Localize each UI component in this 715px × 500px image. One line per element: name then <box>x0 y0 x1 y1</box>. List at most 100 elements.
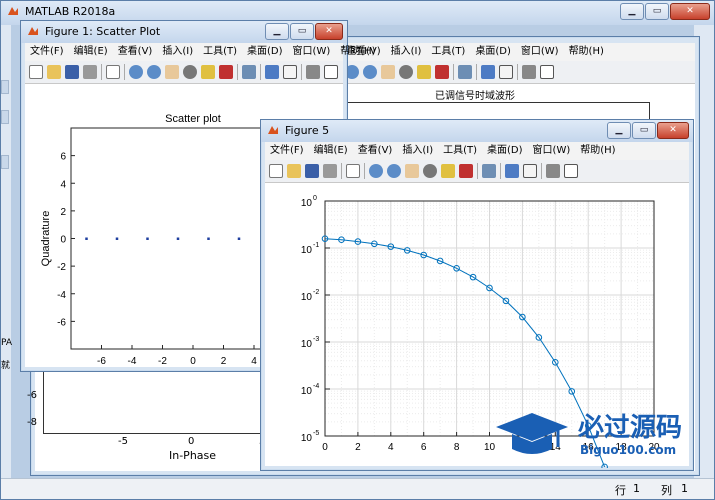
new-figure-icon[interactable] <box>29 65 43 79</box>
menu-item[interactable]: 桌面(D) <box>470 43 516 61</box>
sidebar-tab[interactable] <box>1 155 9 169</box>
x-tick-label: 6 <box>421 442 427 453</box>
colorbar-icon[interactable] <box>505 164 519 178</box>
rotate-icon[interactable] <box>423 164 437 178</box>
data-cursor-icon[interactable] <box>201 65 215 79</box>
toolbar-separator <box>453 64 454 80</box>
pan-icon[interactable] <box>165 65 179 79</box>
legend-icon[interactable] <box>283 65 297 79</box>
sidebar-tab[interactable] <box>1 80 9 94</box>
menu-item[interactable]: 窗口(W) <box>516 43 564 61</box>
link-plot-icon[interactable] <box>482 164 496 178</box>
pointer-icon[interactable] <box>106 65 120 79</box>
save-icon[interactable] <box>65 65 79 79</box>
menu-item[interactable]: 插入(I) <box>386 43 427 61</box>
minimize-button[interactable]: ▁ <box>620 3 644 20</box>
menu-item-tools[interactable]: 工具(T) <box>438 142 482 160</box>
pan-icon[interactable] <box>405 164 419 178</box>
menu-item-help[interactable]: 帮助(H) <box>575 142 620 160</box>
open-icon[interactable] <box>287 164 301 178</box>
brush-icon[interactable] <box>459 164 473 178</box>
hide-tools-icon[interactable] <box>522 65 536 79</box>
data-cursor-icon[interactable] <box>417 65 431 79</box>
y-tick-label: 0 <box>60 235 66 246</box>
y-tick-label: 2 <box>60 207 66 218</box>
open-icon[interactable] <box>47 65 61 79</box>
sidebar-tab[interactable] <box>1 110 9 124</box>
y-tick-label: -4 <box>57 290 66 301</box>
menu-item-view[interactable]: 查看(V) <box>353 142 398 160</box>
menu-item-insert[interactable]: 插入(I) <box>157 43 198 61</box>
hide-tools-icon[interactable] <box>546 164 560 178</box>
minimize-button[interactable]: ▁ <box>607 122 631 139</box>
bg-xtick: -5 <box>118 436 128 447</box>
close-button[interactable]: ✕ <box>315 23 343 40</box>
save-icon[interactable] <box>305 164 319 178</box>
menu-item-file[interactable]: 文件(F) <box>265 142 309 160</box>
x-tick-label: -2 <box>158 356 167 367</box>
toolbar-separator <box>541 163 542 179</box>
rotate-icon[interactable] <box>183 65 197 79</box>
y-tick-base: 10 <box>301 245 313 256</box>
menu-item-edit[interactable]: 编辑(E) <box>69 43 113 61</box>
menu-item-edit[interactable]: 编辑(E) <box>309 142 353 160</box>
legend-icon[interactable] <box>523 164 537 178</box>
matlab-logo-icon <box>8 7 18 15</box>
menu-item-desktop[interactable]: 桌面(D) <box>482 142 528 160</box>
menu-item-insert[interactable]: 插入(I) <box>397 142 438 160</box>
legend-icon[interactable] <box>499 65 513 79</box>
toolbar-separator <box>476 64 477 80</box>
figure5-titlebar[interactable]: Figure 5 ▁ ▭ ✕ <box>261 120 693 142</box>
pan-icon[interactable] <box>381 65 395 79</box>
pointer-icon[interactable] <box>346 164 360 178</box>
menu-bar: 查看(V) 插入(I) 工具(T) 桌面(D) 窗口(W) 帮助(H) <box>341 43 695 61</box>
bg-plot-title: 已调信号时域波形 <box>435 91 515 102</box>
menu-item-view[interactable]: 查看(V) <box>113 43 158 61</box>
menu-item[interactable]: 工具(T) <box>426 43 470 61</box>
show-tools-icon[interactable] <box>540 65 554 79</box>
colorbar-icon[interactable] <box>481 65 495 79</box>
toolbar <box>265 160 689 183</box>
scatter-point <box>207 237 210 240</box>
menu-item-window[interactable]: 窗口(W) <box>288 43 336 61</box>
figure1-titlebar[interactable]: Figure 1: Scatter Plot ▁ ▭ ✕ <box>21 21 347 43</box>
zoom-in-icon[interactable] <box>369 164 383 178</box>
menu-item-file[interactable]: 文件(F) <box>25 43 69 61</box>
hide-tools-icon[interactable] <box>306 65 320 79</box>
zoom-out-icon[interactable] <box>147 65 161 79</box>
minimize-button[interactable]: ▁ <box>265 23 289 40</box>
brush-icon[interactable] <box>435 65 449 79</box>
print-icon[interactable] <box>323 164 337 178</box>
brush-icon[interactable] <box>219 65 233 79</box>
menu-item-window[interactable]: 窗口(W) <box>528 142 576 160</box>
link-plot-icon[interactable] <box>458 65 472 79</box>
data-cursor-icon[interactable] <box>441 164 455 178</box>
menu-item-tools[interactable]: 工具(T) <box>198 43 242 61</box>
maximize-button[interactable]: ▭ <box>645 3 669 20</box>
close-button[interactable]: ✕ <box>670 3 710 20</box>
menu-item-help[interactable]: 帮助(H) <box>335 43 380 61</box>
status-col-label: 列 <box>661 484 672 497</box>
maximize-button[interactable]: ▭ <box>632 122 656 139</box>
side-fragment-jiu: 就 <box>1 361 11 371</box>
zoom-in-icon[interactable] <box>129 65 143 79</box>
x-tick-label: 4 <box>388 442 394 453</box>
maximize-button[interactable]: ▭ <box>290 23 314 40</box>
show-tools-icon[interactable] <box>564 164 578 178</box>
zoom-out-icon[interactable] <box>387 164 401 178</box>
y-tick-exponent: -3 <box>313 336 319 343</box>
print-icon[interactable] <box>83 65 97 79</box>
new-figure-icon[interactable] <box>269 164 283 178</box>
y-tick-label: -2 <box>57 262 66 273</box>
y-tick-exponent: -1 <box>313 242 319 249</box>
show-tools-icon[interactable] <box>324 65 338 79</box>
close-button[interactable]: ✕ <box>657 122 689 139</box>
rotate-icon[interactable] <box>399 65 413 79</box>
menu-item[interactable]: 帮助(H) <box>564 43 609 61</box>
colorbar-icon[interactable] <box>265 65 279 79</box>
zoom-out-icon[interactable] <box>363 65 377 79</box>
link-plot-icon[interactable] <box>242 65 256 79</box>
menu-item-desktop[interactable]: 桌面(D) <box>242 43 288 61</box>
watermark-text: 必过源码 <box>578 413 683 443</box>
status-row-label: 行 <box>615 484 626 497</box>
